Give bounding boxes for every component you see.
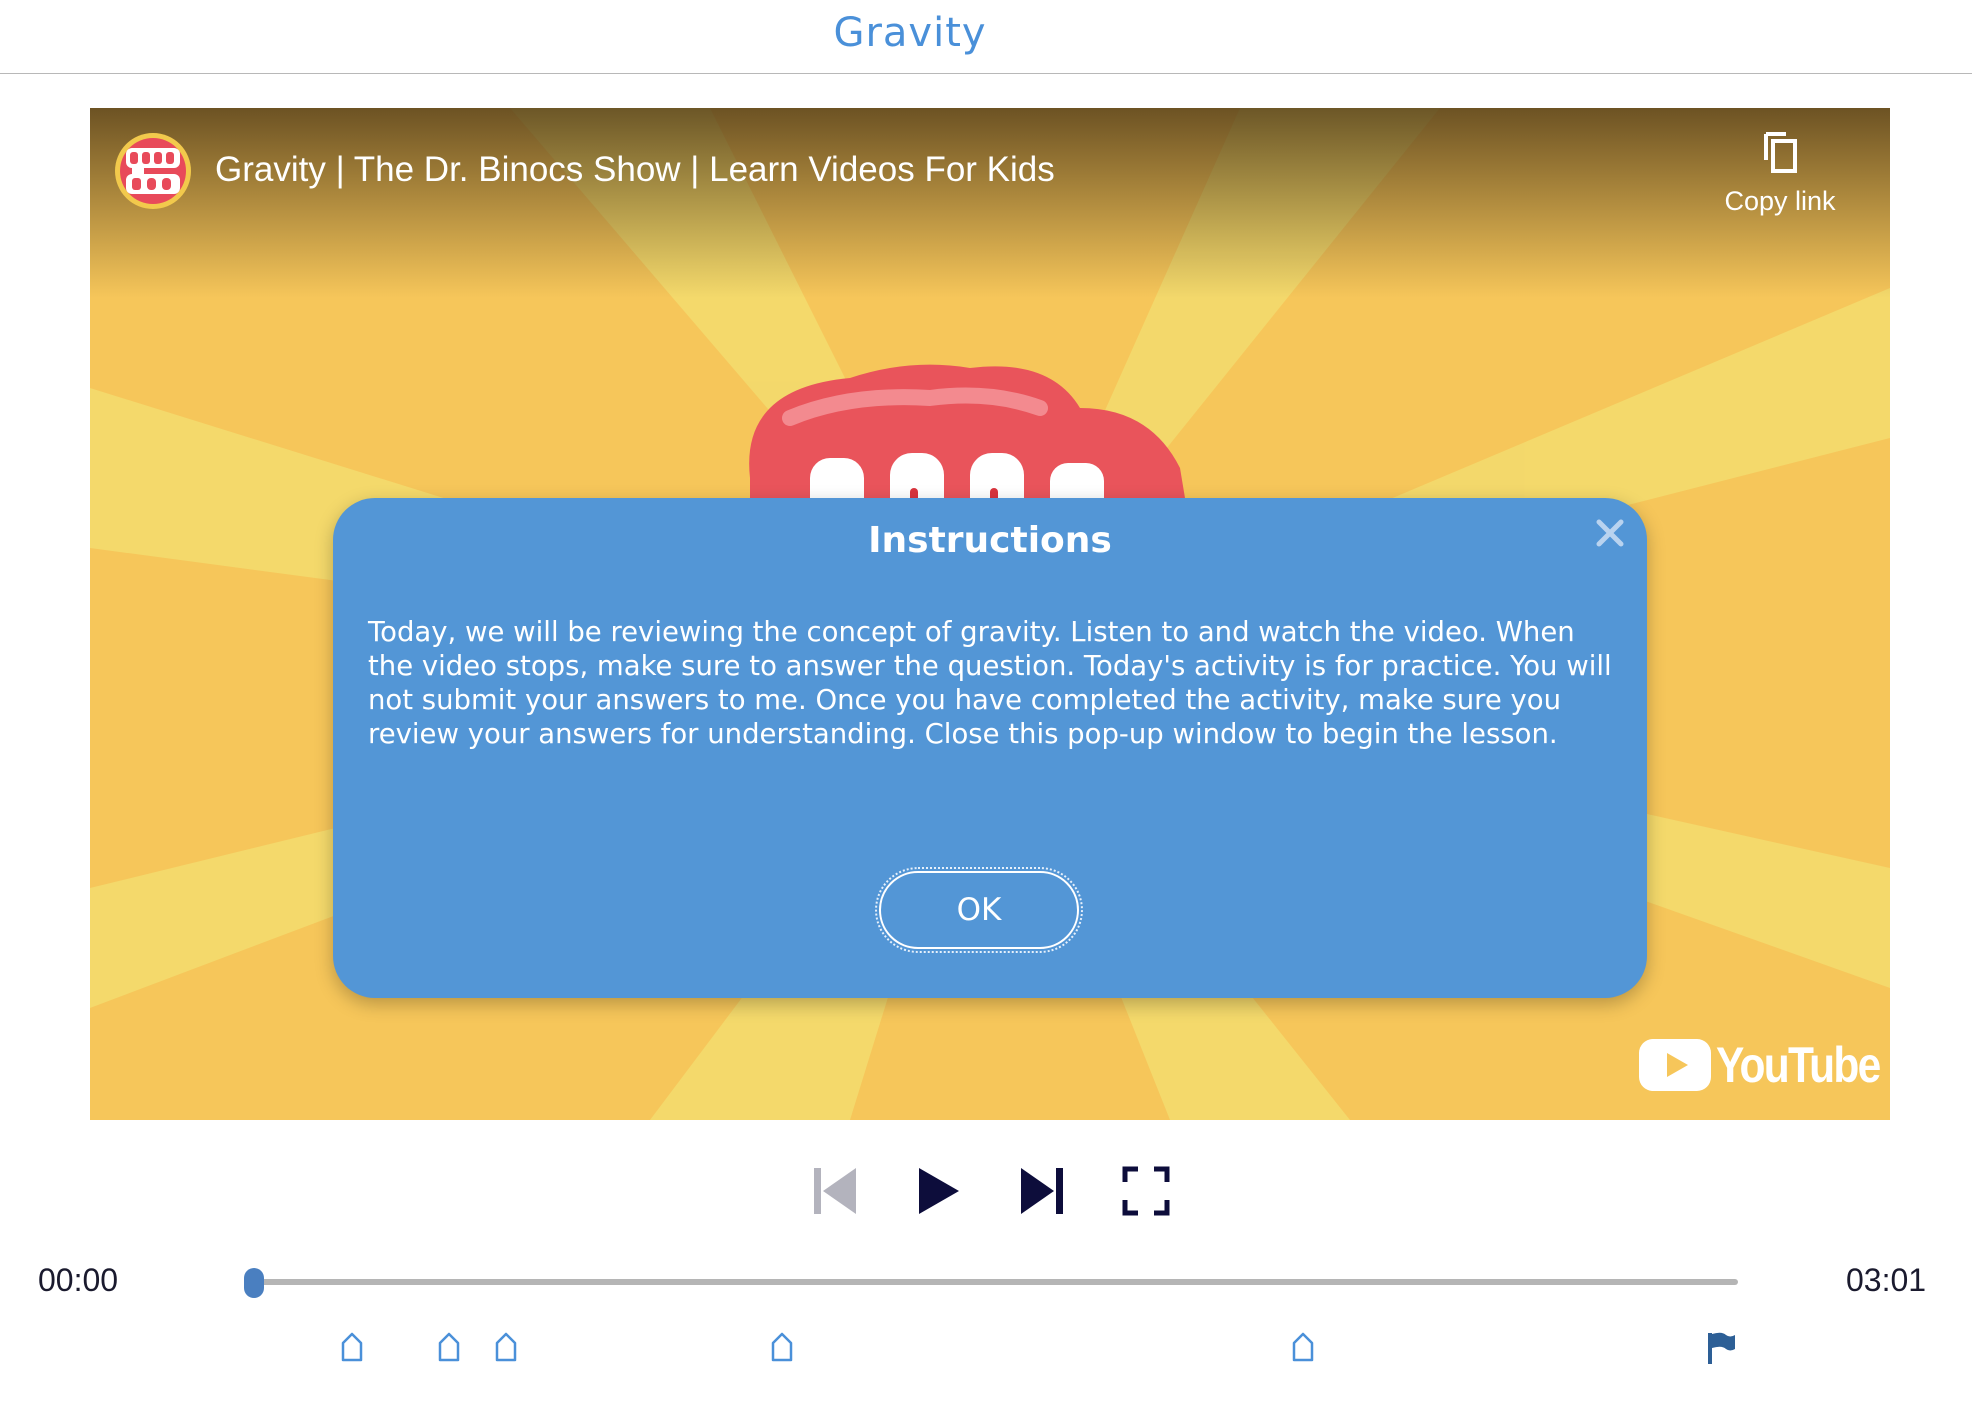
question-marker-icon[interactable] bbox=[770, 1331, 794, 1363]
play-icon[interactable] bbox=[916, 1166, 962, 1216]
instructions-modal: Instructions Today, we will be reviewing… bbox=[333, 498, 1647, 998]
ok-button[interactable]: OK bbox=[875, 867, 1083, 953]
question-marker-icon[interactable] bbox=[1291, 1331, 1315, 1363]
video-title[interactable]: Gravity | The Dr. Binocs Show | Learn Vi… bbox=[215, 150, 1055, 190]
question-marker-icon[interactable] bbox=[494, 1331, 518, 1363]
page-header: Gravity bbox=[0, 0, 1972, 74]
copy-icon bbox=[1764, 132, 1797, 173]
page-title: Gravity bbox=[833, 10, 987, 56]
skip-forward-icon[interactable] bbox=[1018, 1166, 1066, 1216]
copy-link-label: Copy link bbox=[1724, 186, 1836, 216]
current-time: 00:00 bbox=[38, 1262, 119, 1298]
progress-thumb[interactable] bbox=[244, 1268, 264, 1298]
fullscreen-icon[interactable] bbox=[1122, 1166, 1170, 1216]
skip-back-icon[interactable] bbox=[812, 1166, 860, 1216]
video-top-bar bbox=[90, 108, 1890, 298]
youtube-label: YouTube bbox=[1716, 1037, 1881, 1093]
question-marker-icon[interactable] bbox=[437, 1331, 461, 1363]
progress-track[interactable] bbox=[254, 1279, 1738, 1285]
channel-logo[interactable] bbox=[114, 132, 192, 210]
close-icon[interactable] bbox=[1593, 516, 1627, 550]
youtube-play-icon bbox=[1639, 1039, 1711, 1091]
modal-body: Today, we will be reviewing the concept … bbox=[368, 616, 1612, 750]
modal-title: Instructions bbox=[868, 520, 1112, 561]
duration: 03:01 bbox=[1846, 1262, 1927, 1298]
youtube-logo[interactable]: YouTube bbox=[1638, 1036, 1890, 1094]
question-marker-icon[interactable] bbox=[340, 1331, 364, 1363]
copy-link-button[interactable]: Copy link bbox=[1710, 130, 1850, 217]
end-flag-icon[interactable] bbox=[1706, 1331, 1736, 1365]
